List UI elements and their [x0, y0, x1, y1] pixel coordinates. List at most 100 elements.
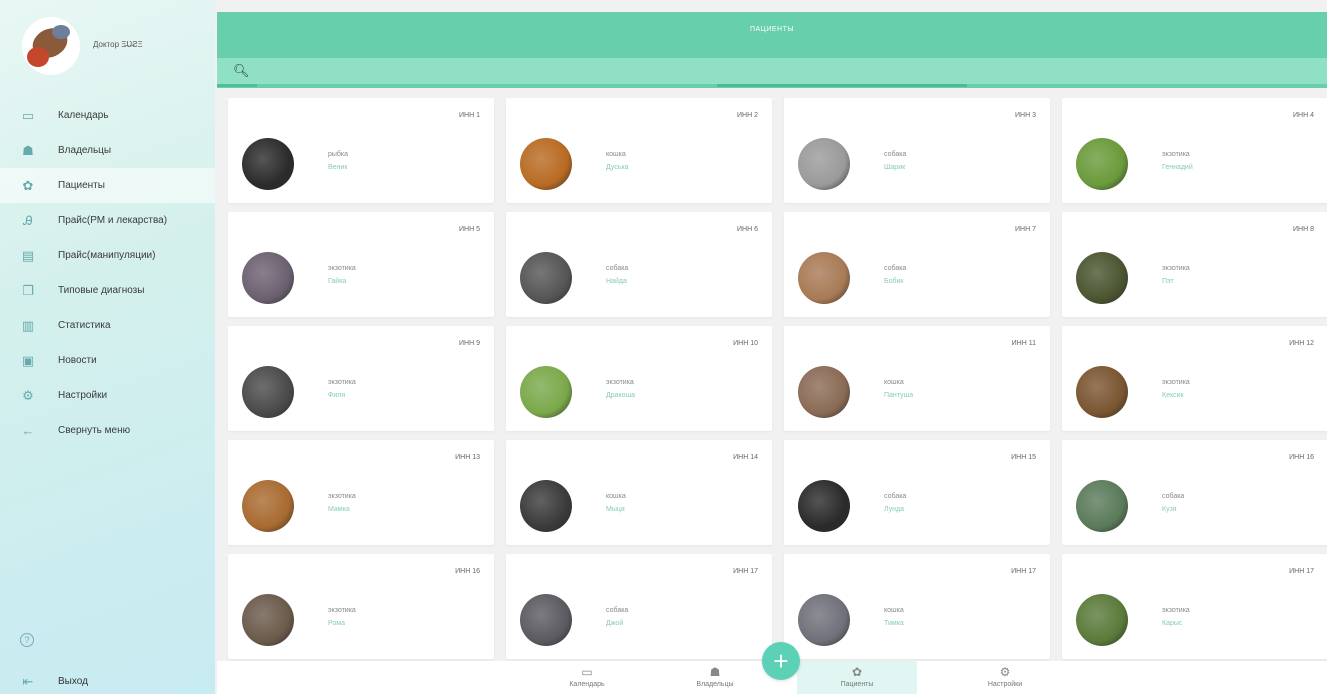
patient-id: ИНН 7 [1015, 226, 1036, 233]
pet-species: кошка [606, 493, 626, 500]
patient-card[interactable]: ИНН 14 кошка Мыця [506, 440, 772, 545]
profile-block: Доктор Ξ̶Ʋ̶ƧΞ [0, 0, 215, 88]
patient-card[interactable]: ИНН 7 собака Бобик [784, 212, 1050, 317]
pet-species: собака [1162, 493, 1185, 500]
pet-photo [520, 366, 572, 418]
sidebar: Доктор Ξ̶Ʋ̶ƧΞ ▭ Календарь ☗ Владельцы ✿ … [0, 0, 215, 694]
flask-icon: Ꭿ [23, 213, 33, 228]
patient-card[interactable]: ИНН 4 экзотика Геннадий [1062, 98, 1327, 203]
pet-photo [1076, 138, 1128, 190]
pet-photo [242, 252, 294, 304]
pet-species: экзотика [1162, 607, 1190, 614]
pet-name: Рома [328, 620, 345, 627]
pet-name: Шарик [884, 164, 906, 171]
tab-indicator [717, 84, 967, 87]
pet-name: Тимка [884, 620, 904, 627]
patient-card[interactable]: ИНН 5 экзотика Гайка [228, 212, 494, 317]
patient-card[interactable]: ИНН 15 собака Лунда [784, 440, 1050, 545]
pet-name: Пантуша [884, 392, 914, 399]
patient-card[interactable]: ИНН 1 рыбка Веник [228, 98, 494, 203]
pet-photo [520, 138, 572, 190]
sidebar-item-owners[interactable]: ☗ Владельцы [0, 133, 215, 168]
paw-icon: ✿ [851, 665, 863, 679]
patient-card[interactable]: ИНН 6 собака Найда [506, 212, 772, 317]
avatar[interactable] [22, 17, 80, 75]
search-icon[interactable]: 🔍︎ [233, 64, 250, 77]
sidebar-item-label: Владельцы [58, 145, 112, 156]
sidebar-item-label: Статистика [58, 320, 111, 331]
patient-id: ИНН 17 [1289, 568, 1314, 575]
patient-card[interactable]: ИНН 8 экзотика Пэт [1062, 212, 1327, 317]
sidebar-item-calendar[interactable]: ▭ Календарь [0, 98, 215, 133]
pet-name: Кексик [1162, 392, 1184, 399]
page-title: ПАЦИЕНТЫ [749, 26, 795, 33]
sidebar-item-price-drugs[interactable]: Ꭿ Прайс(РМ и лекарства) [0, 203, 215, 238]
pet-name: Дракоша [606, 392, 636, 399]
pet-photo [242, 366, 294, 418]
sidebar-item-diagnoses[interactable]: ❐ Типовые диагнозы [0, 273, 215, 308]
pet-name: Гайка [328, 278, 347, 285]
patient-card[interactable]: ИНН 16 собака Кузя [1062, 440, 1327, 545]
sidebar-item-label: Настройки [58, 390, 108, 401]
sidebar-item-price-procedures[interactable]: ▤ Прайс(манипуляции) [0, 238, 215, 273]
pet-photo [242, 138, 294, 190]
sidebar-item-news[interactable]: ▣ Новости [0, 343, 215, 378]
patient-id: ИНН 17 [733, 568, 758, 575]
pet-photo [520, 252, 572, 304]
tab-owners[interactable]: ☗ Владельцы [655, 661, 775, 694]
sidebar-item-settings[interactable]: ⚙ Настройки [0, 378, 215, 413]
patient-card[interactable]: ИНН 16 экзотика Рома [228, 554, 494, 659]
pet-photo [798, 480, 850, 532]
pet-species: экзотика [606, 379, 634, 386]
calendar-icon: ▭ [581, 665, 593, 679]
tab-patients[interactable]: ✿ Пациенты [797, 661, 917, 694]
patient-id: ИНН 14 [733, 454, 758, 461]
sidebar-item-patients[interactable]: ✿ Пациенты [0, 168, 215, 203]
exit-label: Выход [58, 675, 88, 687]
tab-settings[interactable]: ⚙ Настройки [945, 661, 1065, 694]
pet-photo [1076, 366, 1128, 418]
patient-id: ИНН 10 [733, 340, 758, 347]
patient-id: ИНН 5 [459, 226, 480, 233]
search-input[interactable] [253, 62, 1313, 80]
pet-species: собака [884, 151, 907, 158]
tab-label: Календарь [569, 681, 605, 688]
patient-card[interactable]: ИНН 12 экзотика Кексик [1062, 326, 1327, 431]
patient-card[interactable]: ИНН 17 собака Джой [506, 554, 772, 659]
sidebar-item-collapse[interactable]: ← Свернуть меню [0, 413, 215, 448]
patient-card[interactable]: ИНН 17 экзотика Карыс [1062, 554, 1327, 659]
tab-calendar[interactable]: ▭ Календарь [527, 661, 647, 694]
owners-icon: ☗ [22, 143, 34, 158]
add-patient-button[interactable]: + [762, 642, 800, 680]
copy-icon: ❐ [22, 283, 34, 298]
sidebar-item-label: Свернуть меню [58, 425, 131, 436]
pet-species: экзотика [328, 493, 356, 500]
patient-card[interactable]: ИНН 10 экзотика Дракоша [506, 326, 772, 431]
pet-species: экзотика [1162, 151, 1190, 158]
pet-species: кошка [884, 379, 904, 386]
pet-name: Мамка [328, 506, 350, 513]
pet-species: экзотика [1162, 379, 1190, 386]
pet-photo [1076, 480, 1128, 532]
patient-card[interactable]: ИНН 3 собака Шарик [784, 98, 1050, 203]
gear-icon: ⚙ [999, 665, 1011, 679]
tab-label: Настройки [987, 681, 1023, 688]
sidebar-item-label: Новости [58, 355, 97, 366]
patient-card[interactable]: ИНН 11 кошка Пантуша [784, 326, 1050, 431]
header: ПАЦИЕНТЫ 🔍︎ [217, 12, 1327, 88]
pet-name: Филя [328, 392, 346, 399]
patient-id: ИНН 8 [1293, 226, 1314, 233]
sidebar-item-statistics[interactable]: ▥ Статистика [0, 308, 215, 343]
pet-photo [520, 480, 572, 532]
logout-icon: ⇤ [22, 673, 34, 689]
sidebar-item-label: Прайс(манипуляции) [58, 250, 156, 261]
exit-button[interactable]: ⇤ Выход [0, 668, 215, 694]
pet-name: Кузя [1162, 506, 1177, 513]
patient-card[interactable]: ИНН 17 кошка Тимка [784, 554, 1050, 659]
patient-card[interactable]: ИНН 2 кошка Дуська [506, 98, 772, 203]
patient-card[interactable]: ИНН 13 экзотика Мамка [228, 440, 494, 545]
sidebar-item-label: Типовые диагнозы [58, 285, 145, 296]
help-icon[interactable]: ? [20, 633, 34, 647]
patient-card[interactable]: ИНН 9 экзотика Филя [228, 326, 494, 431]
pet-species: кошка [606, 151, 626, 158]
